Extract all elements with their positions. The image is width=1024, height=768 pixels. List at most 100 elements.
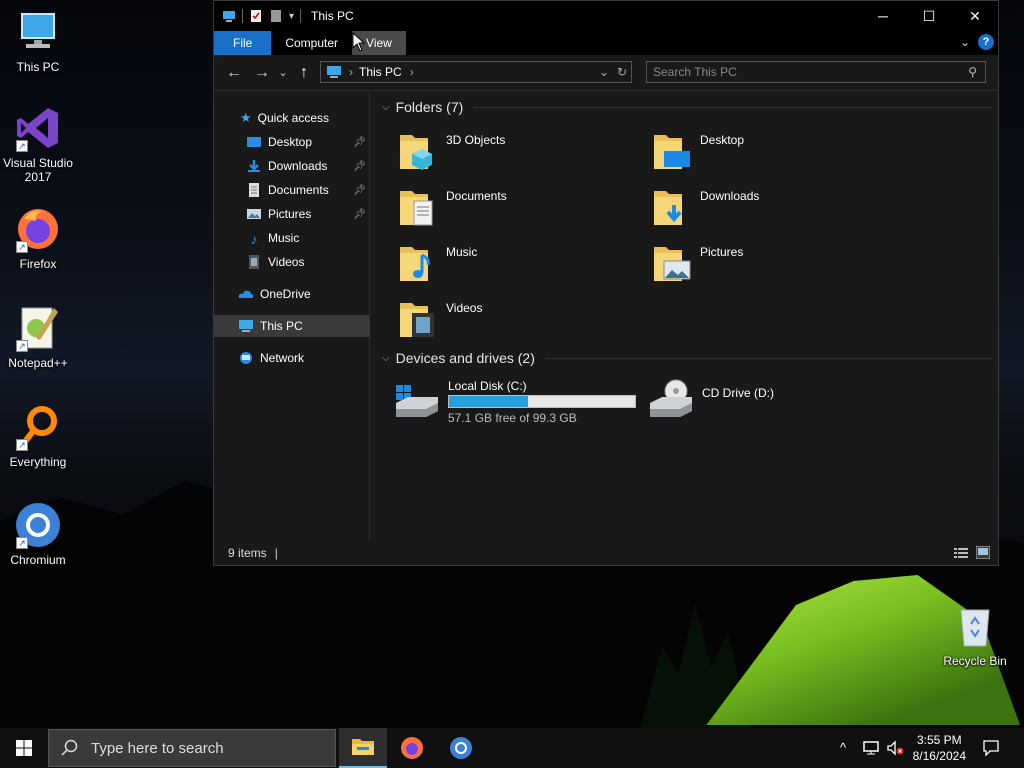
content-pane: ⌵ Folders (7) 3D Objects Desktop Documen… <box>372 91 998 543</box>
folder-3d-objects[interactable]: 3D Objects <box>398 129 505 173</box>
this-pc-icon <box>327 66 341 78</box>
nav-item-documents[interactable]: Documents 📌︎ <box>214 179 370 201</box>
3d-objects-folder-icon <box>398 129 438 173</box>
desktop-icon-firefox[interactable]: ↗ Firefox <box>0 205 76 271</box>
forward-button[interactable]: → <box>248 64 276 82</box>
folder-label: Desktop <box>700 133 745 147</box>
back-button[interactable]: ← <box>220 64 248 82</box>
minimize-button[interactable]: ─ <box>860 1 906 31</box>
nav-item-label: Quick access <box>257 111 330 125</box>
music-icon: ♪ <box>250 231 258 247</box>
collapse-chevron-icon[interactable]: ⌵ <box>382 102 390 113</box>
shortcut-arrow-icon: ↗ <box>16 241 28 253</box>
search-input[interactable]: Search This PC <box>653 65 737 79</box>
taskbar-clock[interactable]: 3:55 PM 8/16/2024 <box>913 732 966 764</box>
taskbar-file-explorer[interactable] <box>339 728 387 768</box>
breadcrumb-separator-icon: › <box>349 65 353 79</box>
nav-item-quick-access[interactable]: ★ Quick access <box>214 107 370 129</box>
pin-icon: 📌︎ <box>353 208 366 220</box>
folder-label: 3D Objects <box>446 133 506 147</box>
clock-date: 8/16/2024 <box>912 749 966 763</box>
breadcrumb-this-pc[interactable]: This PC <box>359 65 402 79</box>
recycle-bin-icon <box>951 602 999 650</box>
recent-locations-button[interactable]: ⌄ <box>276 66 290 79</box>
start-button[interactable] <box>0 728 48 768</box>
folder-label: Documents <box>446 189 507 203</box>
folders-group-header[interactable]: ⌵ Folders (7) <box>382 99 992 115</box>
nav-item-downloads[interactable]: Downloads 📌︎ <box>214 155 370 177</box>
drive-cd-d[interactable]: CD Drive (D:) <box>648 377 774 421</box>
up-button[interactable]: ↑ <box>290 64 318 82</box>
search-icon <box>61 739 78 756</box>
nav-item-pictures[interactable]: Pictures 📌︎ <box>214 203 370 225</box>
quick-access-toolbar: ▾ <box>214 9 302 23</box>
nav-item-desktop[interactable]: Desktop 📌︎ <box>214 131 370 153</box>
tab-file[interactable]: File <box>214 31 272 55</box>
desktop-icon-label: Everything <box>9 455 67 469</box>
tray-overflow-chevron[interactable]: ^ <box>840 740 846 755</box>
taskbar-firefox[interactable] <box>388 728 436 768</box>
group-divider <box>544 357 992 359</box>
group-title: Devices and drives (2) <box>395 350 535 366</box>
drive-local-disk-c[interactable]: Local Disk (C:) 57.1 GB free of 99.3 GB <box>394 377 636 425</box>
downloads-folder-icon <box>652 185 692 229</box>
shortcut-arrow-icon: ↗ <box>16 537 28 549</box>
folder-desktop[interactable]: Desktop <box>652 129 744 173</box>
address-dropdown-icon[interactable]: ⌄ <box>599 65 609 79</box>
onedrive-icon <box>238 290 254 298</box>
action-center-icon[interactable] <box>982 739 1000 757</box>
details-view-icon[interactable] <box>954 547 968 562</box>
desktop-icon-recycle-bin[interactable]: Recycle Bin <box>937 602 1013 668</box>
folder-music[interactable]: Music <box>398 241 477 285</box>
status-separator: | <box>274 546 278 560</box>
nav-item-label: Desktop <box>268 135 313 149</box>
tab-computer[interactable]: Computer <box>271 31 352 55</box>
search-box[interactable]: Search This PC ⚲ <box>646 61 986 83</box>
item-count: 9 items <box>228 546 267 560</box>
address-bar[interactable]: › This PC › ⌄ ↻ <box>320 61 632 83</box>
everything-icon: ↗ <box>14 403 62 451</box>
folder-videos[interactable]: Videos <box>398 297 482 341</box>
large-icons-view-icon[interactable] <box>975 545 991 562</box>
desktop-icon-chromium[interactable]: ↗ Chromium <box>0 501 76 567</box>
breadcrumb-chevron-icon[interactable]: › <box>410 65 414 79</box>
properties-icon[interactable] <box>249 9 263 23</box>
desktop-icon-visual-studio[interactable]: ↗ Visual Studio 2017 <box>0 104 76 184</box>
maximize-button[interactable]: ☐ <box>906 1 952 31</box>
downloads-icon <box>248 160 260 172</box>
desktop-icon-everything[interactable]: ↗ Everything <box>0 403 76 469</box>
nav-item-videos[interactable]: Videos <box>214 251 370 273</box>
folder-pictures[interactable]: Pictures <box>652 241 743 285</box>
volume-muted-icon[interactable] <box>886 740 904 756</box>
nav-item-label: Music <box>268 231 300 245</box>
drive-usage-fill <box>449 396 529 407</box>
ribbon-tabs: File Computer View ⌄ ? <box>214 31 998 55</box>
explorer-window: ▾ This PC ─ ☐ ✕ File Computer View ⌄ ? ←… <box>213 0 999 566</box>
help-icon[interactable]: ? <box>978 34 994 50</box>
nav-item-onedrive[interactable]: OneDrive <box>214 283 370 305</box>
collapse-chevron-icon[interactable]: ⌵ <box>382 353 390 364</box>
nav-item-network[interactable]: Network <box>214 347 370 369</box>
shortcut-arrow-icon: ↗ <box>16 140 28 152</box>
close-button[interactable]: ✕ <box>952 1 998 31</box>
folder-downloads[interactable]: Downloads <box>652 185 759 229</box>
customize-toolbar-icon[interactable]: ▾ <box>289 11 294 22</box>
nav-item-this-pc[interactable]: This PC <box>214 315 370 337</box>
drives-group-header[interactable]: ⌵ Devices and drives (2) <box>382 350 992 366</box>
desktop-icon-label: Recycle Bin <box>943 654 1007 668</box>
folder-documents[interactable]: Documents <box>398 185 507 229</box>
nav-item-music[interactable]: ♪ Music <box>214 227 370 249</box>
desktop-icon-this-pc[interactable]: This PC <box>0 8 76 74</box>
taskbar-search-box[interactable]: Type here to search <box>48 729 336 767</box>
network-status-icon[interactable] <box>862 740 880 756</box>
taskbar-search-input[interactable]: Type here to search <box>91 740 224 757</box>
separator <box>242 9 243 23</box>
navigation-pane: ★ Quick access Desktop 📌︎ Downloads 📌︎ D… <box>214 91 370 543</box>
cd-drive-icon <box>648 377 694 421</box>
expand-ribbon-icon[interactable]: ⌄ <box>960 35 970 49</box>
refresh-icon[interactable]: ↻ <box>617 65 627 79</box>
desktop-icon-label: Notepad++ <box>8 356 68 370</box>
desktop-icon-notepadpp[interactable]: ↗ Notepad++ <box>0 304 76 370</box>
new-folder-icon[interactable] <box>269 9 283 23</box>
taskbar-chromium[interactable] <box>437 728 485 768</box>
